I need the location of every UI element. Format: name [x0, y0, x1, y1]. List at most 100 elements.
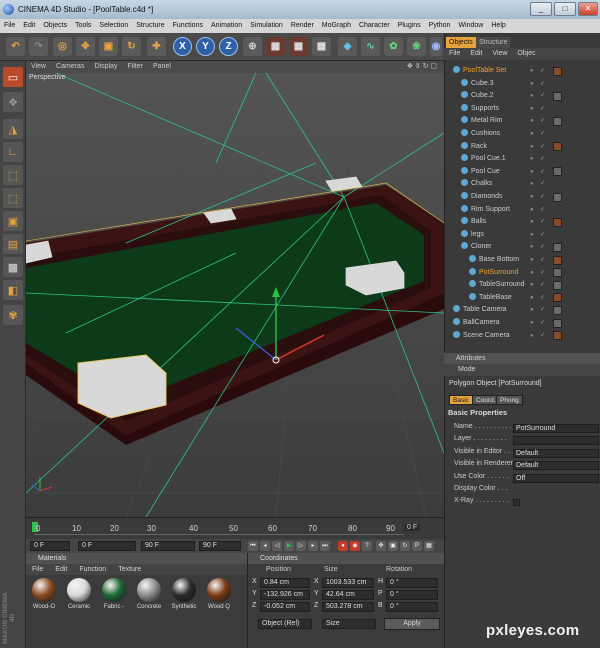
undo-icon[interactable]: ↶: [6, 37, 25, 56]
prev-key-icon[interactable]: ◂: [260, 541, 270, 551]
material-tag-icon[interactable]: [553, 331, 562, 341]
material-tag-icon[interactable]: [553, 217, 562, 227]
coord-mode-dropdown[interactable]: Object (Rel): [258, 619, 312, 629]
material-item[interactable]: Synthetic: [170, 578, 198, 620]
menu-animation[interactable]: Animation: [207, 19, 246, 33]
material-tag-icon[interactable]: [553, 318, 562, 328]
live-selection-icon[interactable]: ◎: [53, 37, 72, 56]
material-tag-icon[interactable]: [553, 91, 562, 101]
size-field[interactable]: 503.278 cm: [322, 602, 374, 612]
object-mode-icon[interactable]: ❖: [3, 92, 23, 112]
position-field[interactable]: -0.052 cm: [260, 602, 310, 612]
material-tag-icon[interactable]: [553, 192, 562, 202]
sculpt-icon[interactable]: ✾: [3, 305, 23, 325]
material-tag-icon[interactable]: [553, 293, 562, 303]
scale-tool-icon[interactable]: ▣: [99, 37, 118, 56]
enabled-check-icon[interactable]: ✓: [540, 317, 554, 329]
viewport-menu-panel[interactable]: Panel: [148, 63, 176, 70]
menu-edit[interactable]: Edit: [19, 19, 39, 33]
cube-primitive-icon[interactable]: ◆: [338, 37, 357, 56]
deformer-icon[interactable]: ◉: [430, 37, 442, 56]
tab-phong[interactable]: Phong: [496, 395, 523, 405]
enabled-check-icon[interactable]: ✓: [540, 292, 554, 304]
end-frame-field[interactable]: 90 F: [199, 541, 241, 551]
enabled-check-icon[interactable]: ✓: [540, 330, 554, 342]
snap-icon[interactable]: ▩: [3, 257, 23, 277]
material-item[interactable]: Fabric -: [100, 578, 128, 620]
edge-mode-icon[interactable]: ⬚: [3, 188, 23, 208]
obj-menu-objects[interactable]: Objec: [512, 50, 540, 57]
rotation-key-icon[interactable]: ↻: [400, 541, 410, 551]
autokey-icon[interactable]: ◉: [350, 541, 360, 551]
enabled-check-icon[interactable]: ✓: [540, 128, 554, 140]
play-icon[interactable]: ▶: [284, 541, 294, 551]
material-tag-icon[interactable]: [553, 242, 562, 252]
maximize-button[interactable]: □: [554, 2, 576, 16]
enabled-check-icon[interactable]: ✓: [540, 241, 554, 253]
prev-frame-icon[interactable]: ◁: [272, 541, 282, 551]
tab-structure[interactable]: Structure: [476, 37, 511, 48]
property-value[interactable]: PotSurround: [513, 424, 599, 433]
material-tag-icon[interactable]: [553, 255, 562, 265]
point-level-icon[interactable]: ▦: [424, 541, 434, 551]
next-frame-icon[interactable]: ▷: [296, 541, 306, 551]
attributes-mode-menu[interactable]: Mode: [444, 364, 600, 376]
menu-python[interactable]: Python: [425, 19, 455, 33]
add-object-icon[interactable]: ✚: [147, 37, 166, 56]
size-field[interactable]: 1003.533 cm: [322, 578, 374, 588]
material-item[interactable]: Wood Q: [205, 578, 233, 620]
enabled-check-icon[interactable]: ✓: [540, 153, 554, 165]
enabled-check-icon[interactable]: ✓: [540, 216, 554, 228]
param-key-icon[interactable]: P: [412, 541, 422, 551]
x-axis-lock-button[interactable]: X: [173, 37, 192, 56]
material-tag-icon[interactable]: [553, 116, 562, 126]
render-picture-viewer-icon[interactable]: ▦: [289, 37, 308, 56]
model-mode-icon[interactable]: ▭: [3, 67, 23, 87]
material-tag-icon[interactable]: [553, 142, 562, 152]
enabled-check-icon[interactable]: ✓: [540, 178, 554, 190]
polygon-mode-icon[interactable]: ▣: [3, 211, 23, 231]
materials-menu-texture[interactable]: Texture: [112, 566, 147, 573]
menu-plugins[interactable]: Plugins: [394, 19, 425, 33]
property-value[interactable]: [513, 436, 599, 446]
enabled-check-icon[interactable]: ✓: [540, 103, 554, 115]
rotation-field[interactable]: 0 °: [386, 602, 438, 612]
menu-help[interactable]: Help: [487, 19, 509, 33]
obj-menu-edit[interactable]: Edit: [465, 50, 487, 57]
material-tag-icon[interactable]: [553, 268, 562, 278]
enabled-check-icon[interactable]: ✓: [540, 304, 554, 316]
material-tag-icon[interactable]: [553, 66, 562, 76]
enabled-check-icon[interactable]: ✓: [540, 254, 554, 266]
spline-pen-icon[interactable]: ∿: [361, 37, 380, 56]
keyframe-selection-icon[interactable]: ?: [362, 541, 372, 551]
z-axis-lock-button[interactable]: Z: [219, 37, 238, 56]
close-button[interactable]: ✕: [578, 2, 598, 16]
y-axis-lock-button[interactable]: Y: [196, 37, 215, 56]
enabled-check-icon[interactable]: ✓: [540, 279, 554, 291]
menu-tools[interactable]: Tools: [71, 19, 95, 33]
material-item[interactable]: Wood-O: [30, 578, 58, 620]
render-view-icon[interactable]: ▦: [266, 37, 285, 56]
preview-end-field[interactable]: 90 F: [141, 541, 195, 551]
scale-key-icon[interactable]: ▣: [388, 541, 398, 551]
render-settings-icon[interactable]: ▦: [312, 37, 331, 56]
viewport-menu-filter[interactable]: Filter: [122, 63, 148, 70]
material-item[interactable]: Ceramic: [65, 578, 93, 620]
material-tag-icon[interactable]: [553, 167, 562, 177]
xray-checkbox[interactable]: [513, 499, 520, 507]
enabled-check-icon[interactable]: ✓: [540, 204, 554, 216]
position-field[interactable]: -132.926 cm: [260, 590, 310, 600]
texture-mode-icon[interactable]: ◮: [3, 119, 23, 139]
material-tag-icon[interactable]: [553, 305, 562, 315]
array-icon[interactable]: ❀: [407, 37, 426, 56]
property-value[interactable]: Off: [513, 473, 599, 483]
menu-render[interactable]: Render: [287, 19, 318, 33]
enabled-check-icon[interactable]: ✓: [540, 166, 554, 178]
menu-simulation[interactable]: Simulation: [246, 19, 287, 33]
enabled-check-icon[interactable]: ✓: [540, 267, 554, 279]
move-tool-icon[interactable]: ✥: [76, 37, 95, 56]
viewport-menu-cameras[interactable]: Cameras: [51, 63, 89, 70]
menu-selection[interactable]: Selection: [95, 19, 132, 33]
rotation-field[interactable]: 0 °: [386, 578, 438, 588]
menu-mograph[interactable]: MoGraph: [318, 19, 355, 33]
